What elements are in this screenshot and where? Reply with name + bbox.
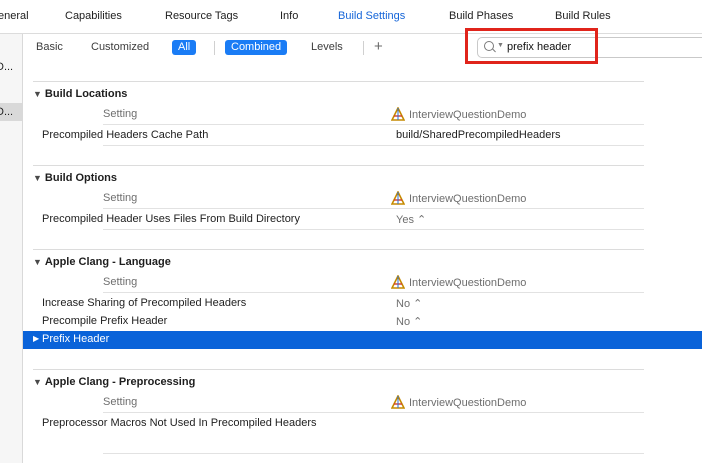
row-divider [103, 124, 644, 125]
column-header-target: InterviewQuestionDemo [391, 191, 526, 205]
setting-value[interactable]: build/SharedPrecompiledHeaders [396, 129, 560, 141]
setting-value-popup[interactable]: No ⌃ [396, 315, 422, 328]
targets-sidebar: D... D... [0, 34, 23, 463]
target-app-icon [391, 191, 405, 205]
setting-name: Preprocessor Macros Not Used In Precompi… [42, 417, 317, 429]
setting-row[interactable]: Precompiled Header Uses Files From Build… [23, 211, 702, 229]
tab-build-settings[interactable]: Build Settings [338, 10, 405, 22]
column-header-setting: Setting [103, 192, 138, 204]
setting-row-selected[interactable]: ▶ Prefix Header [23, 331, 702, 349]
setting-row[interactable]: Preprocessor Macros Not Used In Precompi… [23, 415, 702, 433]
section-divider [33, 81, 644, 82]
setting-name: Increase Sharing of Precompiled Headers [42, 297, 247, 309]
filter-bar: Basic Customized All Combined Levels + ▼… [23, 34, 702, 62]
setting-name: Precompiled Header Uses Files From Build… [42, 213, 300, 225]
section-header[interactable]: ▼ Apple Clang - Preprocessing [33, 376, 195, 388]
column-header-setting: Setting [103, 396, 138, 408]
setting-name: Precompiled Headers Cache Path [42, 129, 209, 141]
row-divider [103, 453, 644, 454]
column-header-setting: Setting [103, 276, 138, 288]
section-header[interactable]: ▼ Build Options [33, 172, 117, 184]
row-divider [103, 208, 644, 209]
column-header-target: InterviewQuestionDemo [391, 395, 526, 409]
row-divider [103, 229, 644, 230]
tab-resource-tags[interactable]: Resource Tags [165, 10, 238, 22]
setting-row[interactable]: Increase Sharing of Precompiled Headers … [23, 295, 702, 313]
divider [214, 41, 215, 55]
setting-row[interactable]: Precompiled Headers Cache Path build/Sha… [23, 127, 702, 145]
sidebar-item-target[interactable]: D... [0, 103, 22, 121]
tab-build-phases[interactable]: Build Phases [449, 10, 513, 22]
section-header[interactable]: ▼ Build Locations [33, 88, 127, 100]
setting-row[interactable]: Precompile Prefix Header No ⌃ [23, 313, 702, 331]
tab-general[interactable]: eneral [0, 10, 29, 22]
disclosure-open-icon[interactable]: ▼ [33, 377, 42, 387]
disclosure-closed-icon[interactable]: ▶ [33, 334, 39, 343]
disclosure-open-icon[interactable]: ▼ [33, 257, 42, 267]
customized-button[interactable]: Customized [85, 40, 155, 55]
target-app-icon [391, 107, 405, 121]
basic-button[interactable]: Basic [30, 40, 69, 55]
section-divider [33, 165, 644, 166]
setting-name: Precompile Prefix Header [42, 315, 168, 327]
combined-button[interactable]: Combined [225, 40, 288, 55]
row-divider [103, 292, 644, 293]
target-app-icon [391, 395, 405, 409]
build-settings-list: ▼ Build Locations Setting InterviewQuesti… [23, 63, 702, 463]
setting-name: Prefix Header [42, 333, 110, 345]
all-button[interactable]: All [172, 40, 197, 55]
tab-capabilities[interactable]: Capabilities [65, 10, 122, 22]
row-divider [103, 145, 644, 146]
disclosure-open-icon[interactable]: ▼ [33, 89, 42, 99]
column-header-target: InterviewQuestionDemo [391, 275, 526, 289]
levels-button[interactable]: Levels [305, 40, 349, 55]
section-divider [33, 249, 644, 250]
divider [363, 41, 364, 55]
section-header[interactable]: ▼ Apple Clang - Language [33, 256, 171, 268]
target-app-icon [391, 275, 405, 289]
column-header-target: InterviewQuestionDemo [391, 107, 526, 121]
sidebar-item-project[interactable]: D... [0, 58, 22, 76]
setting-value-popup[interactable]: Yes ⌃ [396, 213, 426, 226]
add-setting-button[interactable]: + [374, 39, 383, 55]
disclosure-open-icon[interactable]: ▼ [33, 173, 42, 183]
tab-build-rules[interactable]: Build Rules [555, 10, 611, 22]
section-divider [33, 369, 644, 370]
setting-value-popup[interactable]: No ⌃ [396, 297, 422, 310]
search-highlight-box [465, 28, 598, 64]
row-divider [103, 412, 644, 413]
tab-info[interactable]: Info [280, 10, 298, 22]
column-header-setting: Setting [103, 108, 138, 120]
